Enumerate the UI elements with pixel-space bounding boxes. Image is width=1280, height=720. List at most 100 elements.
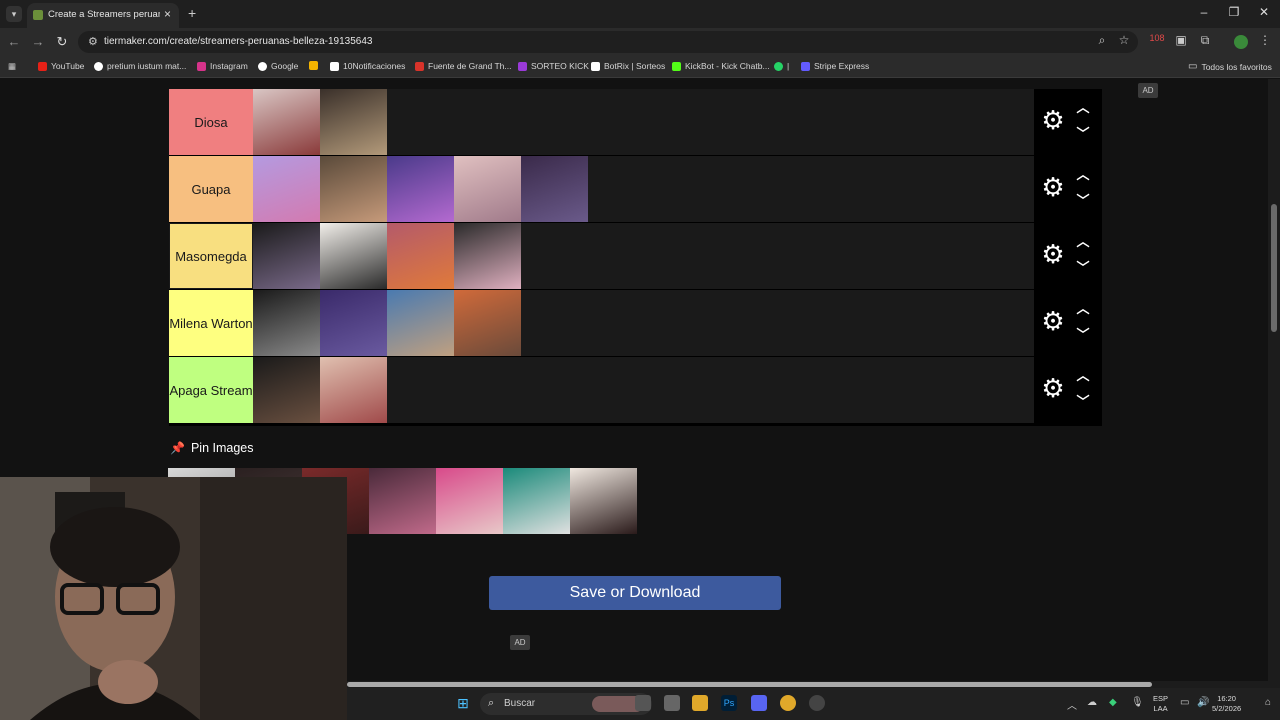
streamer-image[interactable] (320, 223, 387, 289)
bookmark-pretium[interactable]: pretium iustum mat... (94, 61, 186, 71)
extension-icon[interactable]: ▣ (1172, 33, 1190, 47)
pool-image[interactable] (570, 468, 637, 534)
vertical-scroll-thumb[interactable] (1271, 204, 1277, 332)
tab-search-chevron-icon[interactable]: ▾ (6, 6, 22, 22)
menu-kebab-icon[interactable]: ⋮ (1256, 33, 1274, 47)
microphone-icon[interactable]: 🎙 (1131, 697, 1144, 708)
zoom-icon[interactable]: ⌕ (1093, 33, 1111, 48)
close-window-icon[interactable]: ✕ (1254, 5, 1274, 19)
tier-label[interactable]: Guapa (169, 156, 253, 222)
reload-icon[interactable]: ↻ (54, 34, 70, 50)
profile-avatar[interactable] (1234, 35, 1248, 49)
close-tab-icon[interactable]: × (164, 7, 171, 21)
streamer-image[interactable] (387, 156, 454, 222)
tray-app-icon[interactable]: ◆ (1109, 697, 1117, 708)
restore-icon[interactable]: ❐ (1224, 5, 1244, 19)
pool-image[interactable] (369, 468, 436, 534)
volume-icon[interactable]: 🔊 (1197, 697, 1209, 708)
minimize-icon[interactable]: – (1194, 5, 1214, 19)
streamer-image[interactable] (387, 290, 454, 356)
save-or-download-button[interactable]: Save or Download (489, 576, 781, 610)
vertical-scrollbar[interactable] (1268, 79, 1280, 681)
move-tier-up-icon[interactable]: ︿ (1074, 235, 1092, 249)
bookmark-sorteo-kick[interactable]: SORTEO KICK (518, 61, 589, 71)
move-tier-down-icon[interactable]: ﹀ (1074, 127, 1092, 141)
app-icon[interactable] (664, 695, 680, 711)
streamer-image[interactable] (454, 223, 521, 289)
puzzle-extensions-icon[interactable]: ⧉ (1196, 33, 1214, 48)
address-bar[interactable]: ⚙ tiermaker.com/create/streamers-peruana… (78, 31, 1138, 53)
streamer-image[interactable] (454, 156, 521, 222)
streamer-image[interactable] (253, 156, 320, 222)
move-tier-up-icon[interactable]: ︿ (1074, 101, 1092, 115)
streamer-image[interactable] (320, 357, 387, 423)
notifications-icon[interactable]: ⌂ (1265, 697, 1271, 708)
move-tier-up-icon[interactable]: ︿ (1074, 168, 1092, 182)
app-icon[interactable] (809, 695, 825, 711)
pin-images-toggle[interactable]: 📌 Pin Images (170, 441, 253, 455)
all-bookmarks-folder[interactable]: ▭ Todos los favoritos (1188, 61, 1272, 72)
tier-settings-gear-icon[interactable]: ⚙ (1040, 241, 1066, 267)
pool-image[interactable] (436, 468, 503, 534)
bookmark-instagram[interactable]: Instagram (197, 61, 248, 71)
tier-label[interactable]: Milena Warton (169, 290, 253, 356)
move-tier-up-icon[interactable]: ︿ (1074, 369, 1092, 383)
bookmark-whatsapp[interactable]: | (774, 61, 789, 71)
back-icon[interactable]: ← (6, 34, 22, 49)
move-tier-down-icon[interactable]: ﹀ (1074, 194, 1092, 208)
tier-settings-gear-icon[interactable]: ⚙ (1040, 174, 1066, 200)
streamer-image[interactable] (253, 223, 320, 289)
task-view-icon[interactable] (635, 695, 651, 711)
taskbar-search[interactable]: ⌕ Buscar (480, 693, 652, 715)
bookmark-google[interactable]: Google (258, 61, 298, 71)
discord-icon[interactable] (751, 695, 767, 711)
bookmark-botrix[interactable]: BotRix | Sorteos (591, 61, 665, 71)
tier-settings-gear-icon[interactable]: ⚙ (1040, 308, 1066, 334)
tier-settings-gear-icon[interactable]: ⚙ (1040, 107, 1066, 133)
bookmark-grand-theft[interactable]: Fuente de Grand Th... (415, 61, 511, 71)
chrome-icon[interactable] (780, 695, 796, 711)
streamer-image[interactable] (320, 290, 387, 356)
tier-label[interactable]: Apaga Stream (169, 357, 253, 423)
ad-badge[interactable]: AD (510, 635, 530, 650)
streamer-image[interactable] (320, 156, 387, 222)
bookmark-unnamed[interactable] (309, 61, 318, 70)
forward-icon[interactable]: → (30, 34, 46, 49)
start-windows-icon[interactable]: ⊞ (455, 695, 471, 711)
pool-image[interactable] (503, 468, 570, 534)
tier-settings-gear-icon[interactable]: ⚙ (1040, 375, 1066, 401)
url-text[interactable]: tiermaker.com/create/streamers-peruanas-… (104, 36, 372, 47)
active-tab[interactable]: Create a Streamers peruanas be × (27, 3, 179, 28)
streamer-image[interactable] (320, 89, 387, 155)
network-icon[interactable]: ▭ (1180, 697, 1189, 708)
streamer-image[interactable] (387, 223, 454, 289)
streamer-image[interactable] (454, 290, 521, 356)
extension-badge[interactable]: 108 (1148, 33, 1166, 43)
site-info-icon[interactable]: ⚙ (88, 35, 98, 48)
bookmark-star-icon[interactable]: ☆ (1115, 33, 1133, 47)
tray-overflow-chevron-icon[interactable]: ︿ (1067, 697, 1077, 712)
tier-label[interactable]: Masomegda (169, 223, 253, 289)
streamer-image[interactable] (521, 156, 588, 222)
new-tab-icon[interactable]: + (188, 5, 196, 21)
streamer-image[interactable] (253, 89, 320, 155)
apps-grid-icon[interactable]: ▦ (8, 61, 16, 72)
bookmark-kickbot[interactable]: KickBot - Kick Chatb... (672, 61, 770, 71)
streamer-image[interactable] (253, 357, 320, 423)
horizontal-scroll-thumb[interactable] (347, 682, 1152, 687)
ad-badge[interactable]: AD (1138, 83, 1158, 98)
file-explorer-icon[interactable] (692, 695, 708, 711)
photoshop-icon[interactable]: Ps (721, 695, 737, 711)
move-tier-up-icon[interactable]: ︿ (1074, 302, 1092, 316)
bookmark-stripe-express[interactable]: Stripe Express (801, 61, 869, 71)
move-tier-down-icon[interactable]: ﹀ (1074, 328, 1092, 342)
clock[interactable]: 16:20 5/2/2026 (1212, 694, 1241, 714)
bookmark-youtube[interactable]: YouTube (38, 61, 84, 71)
bookmark-x-notificaciones[interactable]: 10Notificaciones (330, 61, 405, 71)
move-tier-down-icon[interactable]: ﹀ (1074, 261, 1092, 275)
move-tier-down-icon[interactable]: ﹀ (1074, 395, 1092, 409)
horizontal-scrollbar[interactable] (347, 681, 1280, 688)
tier-label[interactable]: Diosa (169, 89, 253, 155)
tray-app-icon[interactable]: ☁ (1087, 697, 1097, 708)
streamer-image[interactable] (253, 290, 320, 356)
